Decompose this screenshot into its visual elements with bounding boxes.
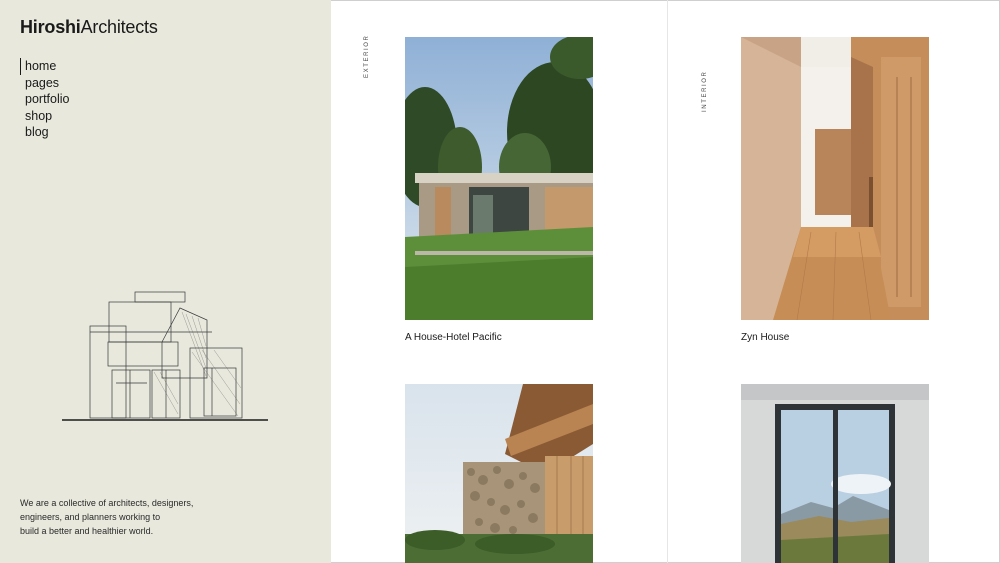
about-line-2: engineers, and planners working to [20,512,161,522]
nav-item-pages[interactable]: pages [20,75,69,92]
logo-bold-text: Hiroshi [20,17,81,37]
exterior-label: EXTERIOR [364,34,370,78]
logo-light-text: Architects [80,17,158,37]
project-card-zyn[interactable]: Zyn House [741,37,929,343]
sidebar: HiroshiArchitects home pages portfolio s… [0,0,331,563]
hallway-interior-photo[interactable] [741,37,929,320]
nav-item-shop[interactable]: shop [20,108,69,125]
about-line-1: We are a collective of architects, desig… [20,498,194,508]
about-line-3: build a better and healthier world. [20,526,154,536]
nav-item-blog[interactable]: blog [20,124,69,141]
main-nav: home pages portfolio shop blog [20,58,69,141]
project-card-stone[interactable] [405,384,593,563]
project-card-pacific[interactable]: A House-Hotel Pacific [405,37,593,343]
stone-wall-exterior-photo[interactable] [405,384,593,563]
nav-item-portfolio[interactable]: portfolio [20,91,69,108]
project-title[interactable]: A House-Hotel Pacific [405,332,593,343]
project-title[interactable]: Zyn House [741,332,929,343]
architectural-sketch-image [62,291,268,421]
site-logo[interactable]: HiroshiArchitects [20,17,158,38]
interior-label: INTERIOR [702,70,708,112]
about-text: We are a collective of architects, desig… [20,496,220,538]
house-exterior-photo[interactable] [405,37,593,320]
column-divider [667,0,668,563]
project-card-window[interactable] [741,384,929,563]
window-mountain-view-photo[interactable] [741,384,929,563]
nav-item-home[interactable]: home [20,58,69,75]
